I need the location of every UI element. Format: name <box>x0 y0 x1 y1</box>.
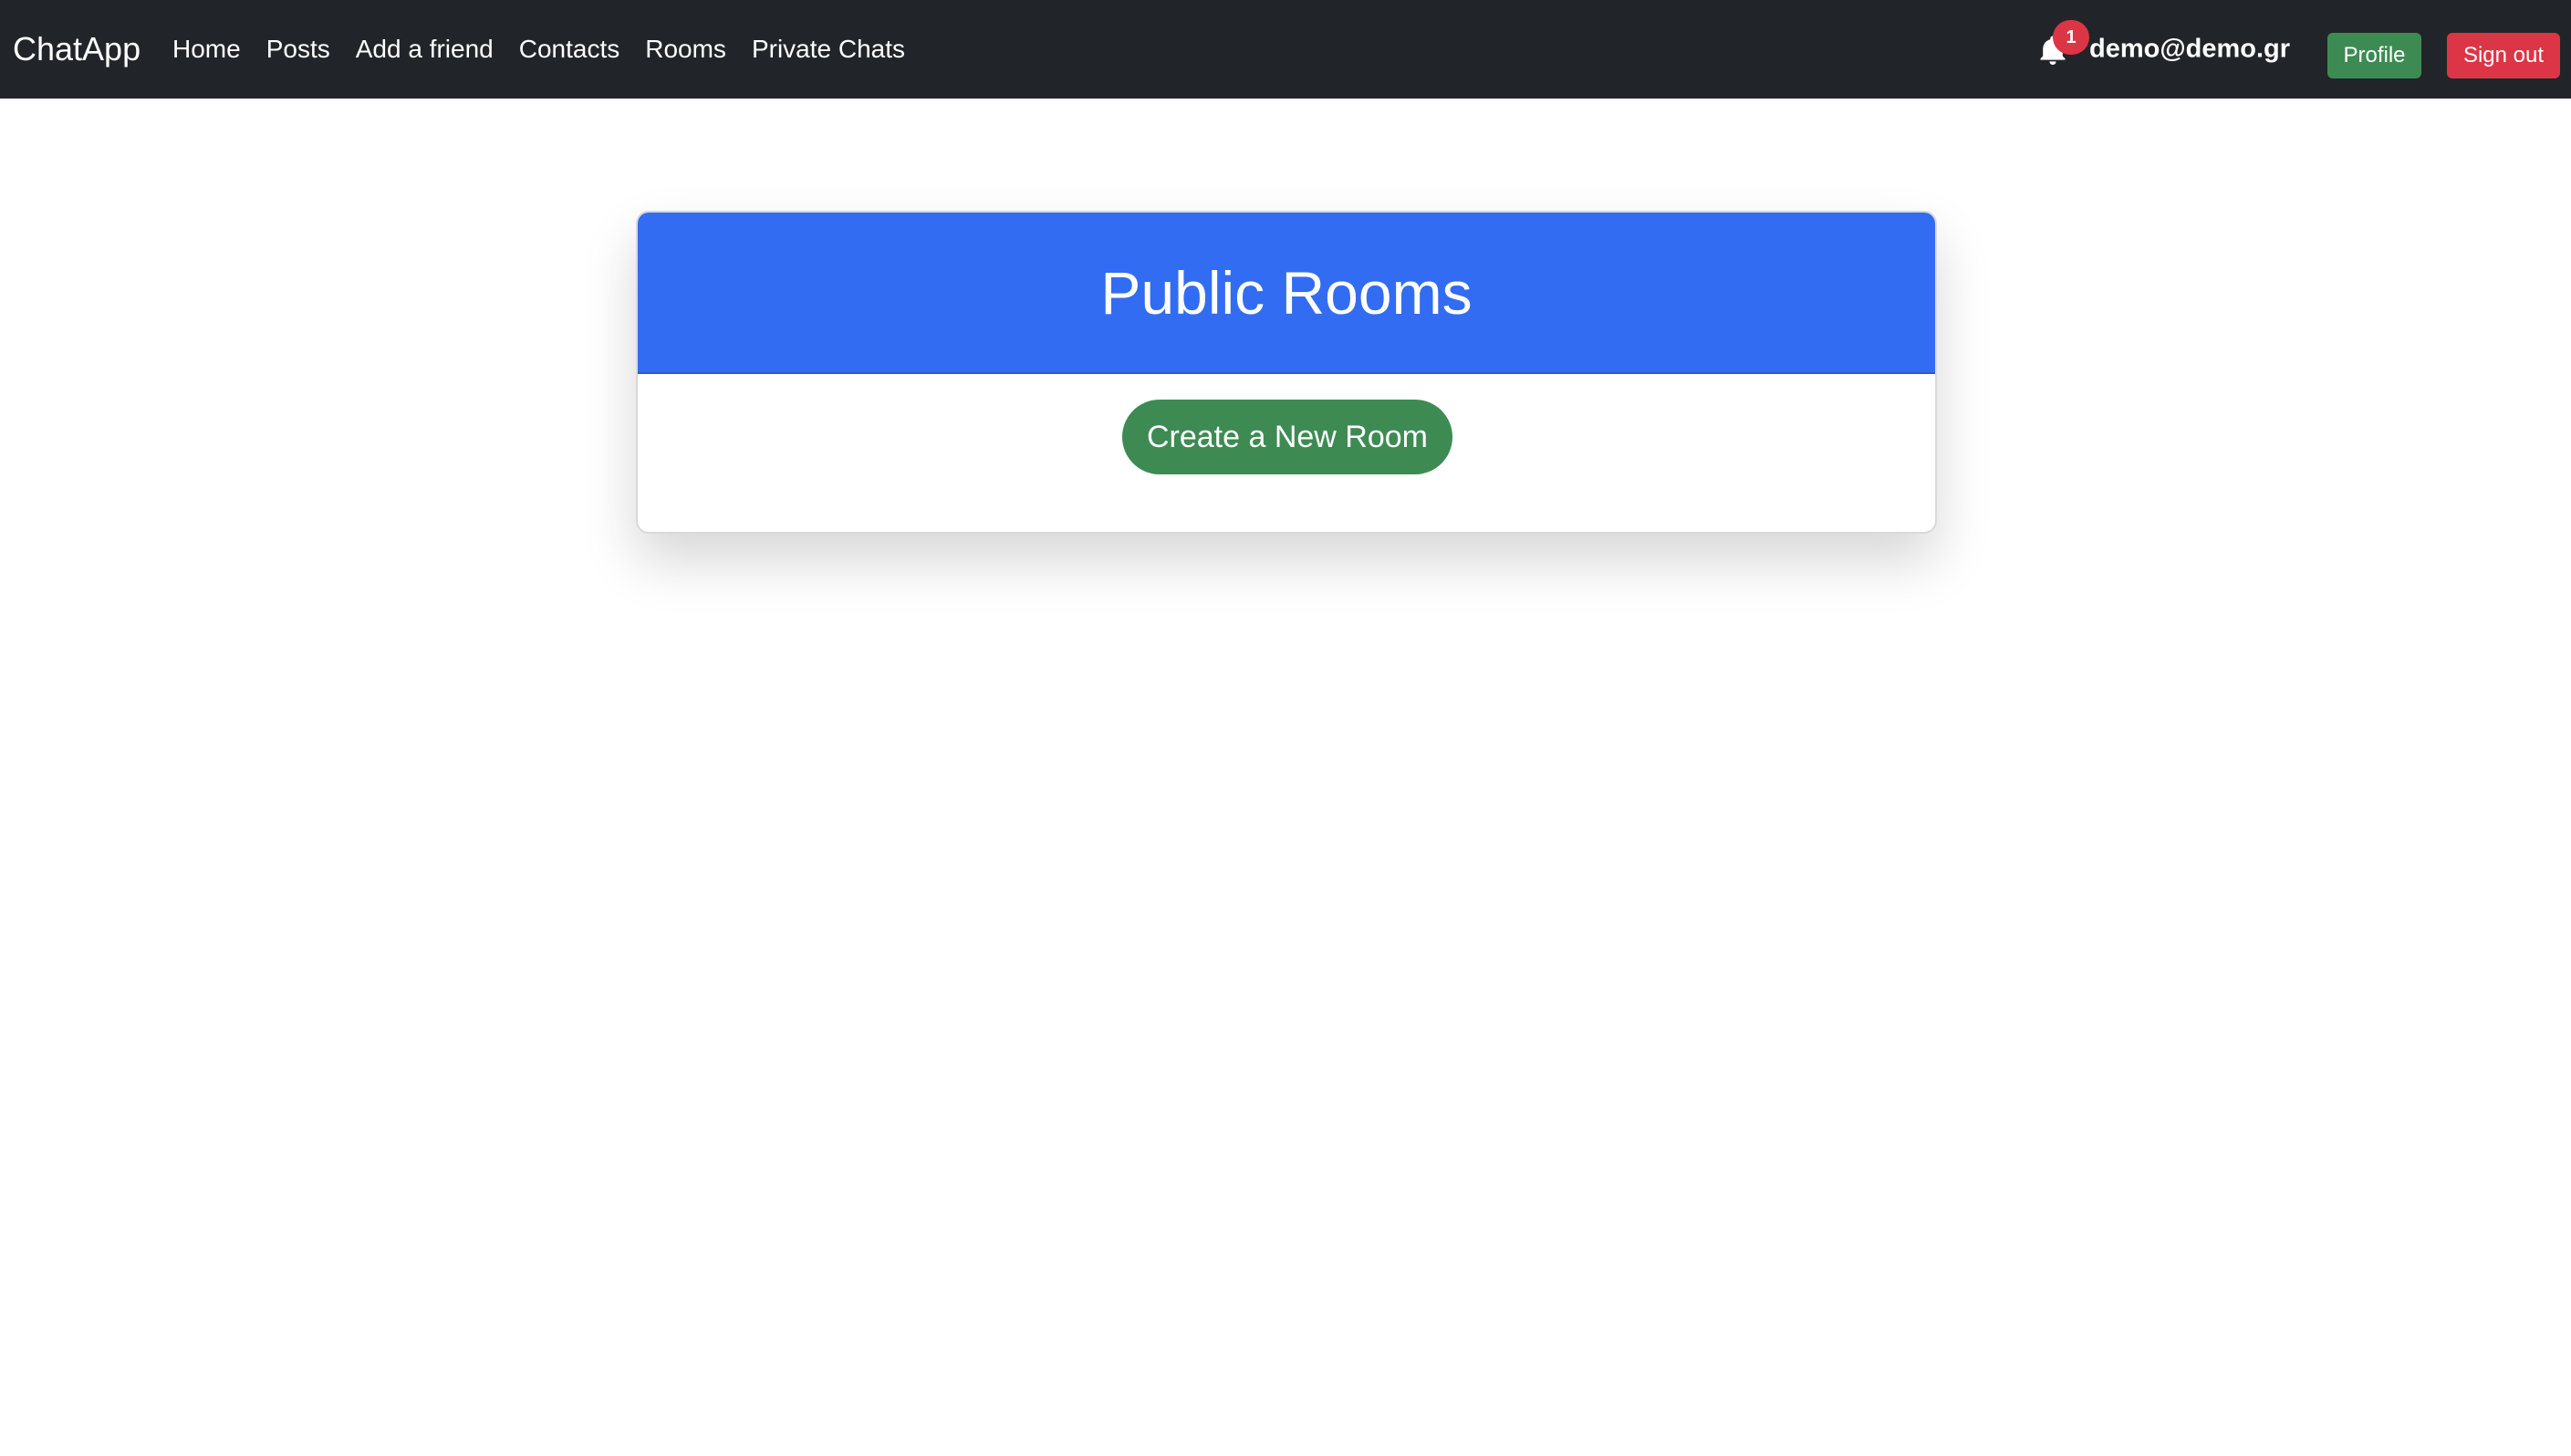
public-rooms-card: Public Rooms Create a New Room <box>636 211 1937 534</box>
create-room-button[interactable]: Create a New Room <box>1122 400 1452 474</box>
card-header: Public Rooms <box>638 213 1935 374</box>
nav-link-home[interactable]: Home <box>172 35 241 64</box>
nav-link-private-chats[interactable]: Private Chats <box>752 35 905 64</box>
page-title: Public Rooms <box>1100 258 1473 327</box>
profile-button[interactable]: Profile <box>2327 33 2421 78</box>
nav-link-rooms[interactable]: Rooms <box>645 35 726 64</box>
notification-count-badge: 1 <box>2053 20 2089 55</box>
top-navbar: ChatApp Home Posts Add a friend Contacts… <box>0 0 2571 99</box>
sign-out-button[interactable]: Sign out <box>2447 33 2560 78</box>
nav-link-posts[interactable]: Posts <box>266 35 330 64</box>
brand-logo-link[interactable]: ChatApp <box>13 30 141 68</box>
nav-links: Home Posts Add a friend Contacts Rooms P… <box>172 35 905 64</box>
nav-link-add-friend[interactable]: Add a friend <box>356 35 494 64</box>
user-email: demo@demo.gr <box>2089 34 2291 64</box>
nav-link-contacts[interactable]: Contacts <box>519 35 620 64</box>
